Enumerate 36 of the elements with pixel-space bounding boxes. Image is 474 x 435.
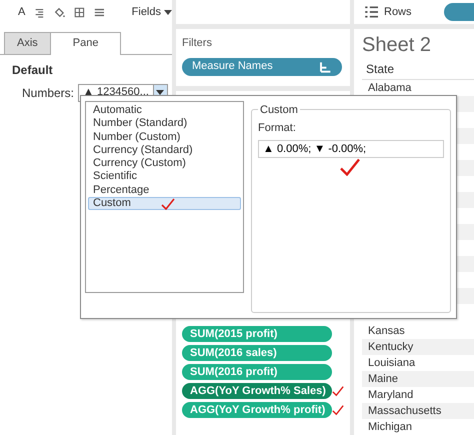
format-option[interactable]: Number (Standard) <box>88 117 241 131</box>
caret-icon <box>164 10 172 14</box>
table-cell-text: Kansas <box>367 324 406 339</box>
numbers-label: Numbers: <box>22 84 74 102</box>
grid-icon[interactable] <box>74 6 85 18</box>
list-icon <box>364 6 378 18</box>
format-option[interactable]: Percentage <box>88 184 241 198</box>
format-option[interactable]: Currency (Custom) <box>88 157 241 170</box>
row-pill[interactable] <box>444 3 474 21</box>
filters-title: Filters <box>182 36 213 51</box>
filter-pill[interactable]: Measure Names <box>182 58 342 76</box>
fields-button[interactable]: Fields <box>132 4 172 20</box>
table-cell-text: Michigan <box>367 420 414 435</box>
sheet-title: Sheet 2 <box>362 33 432 57</box>
table-cell: Massachusetts <box>362 403 474 419</box>
measure-pill[interactable]: AGG(YoY Growth% Sales) <box>182 383 332 399</box>
table-cell: Kentucky <box>362 339 474 355</box>
font-button[interactable]: A <box>18 4 26 20</box>
format-option[interactable]: Number (Custom) <box>88 130 241 144</box>
format-option[interactable]: Custom <box>88 197 241 210</box>
paint-bucket-icon[interactable] <box>54 6 65 18</box>
format-option[interactable]: Automatic <box>88 104 241 118</box>
format-option[interactable]: Scientific <box>88 170 241 184</box>
sort-icon <box>318 60 332 72</box>
table-cell-text: Maryland <box>367 388 414 403</box>
table-cell: Maine <box>362 371 474 387</box>
section-title: Default <box>11 62 54 78</box>
shelf-label: Rows <box>384 4 412 20</box>
tab[interactable]: Pane <box>50 32 122 54</box>
format-field[interactable]: ▲ 0.00%; ▼ -0.00%; <box>258 140 444 158</box>
table-cell-text: Alabama <box>367 81 412 96</box>
table-cell-text: Louisiana <box>367 356 416 371</box>
format-label: Format: <box>258 121 297 136</box>
column-header: State <box>362 57 474 80</box>
format-option[interactable]: Currency (Standard) <box>88 144 241 158</box>
tab[interactable]: Axis <box>4 32 51 54</box>
